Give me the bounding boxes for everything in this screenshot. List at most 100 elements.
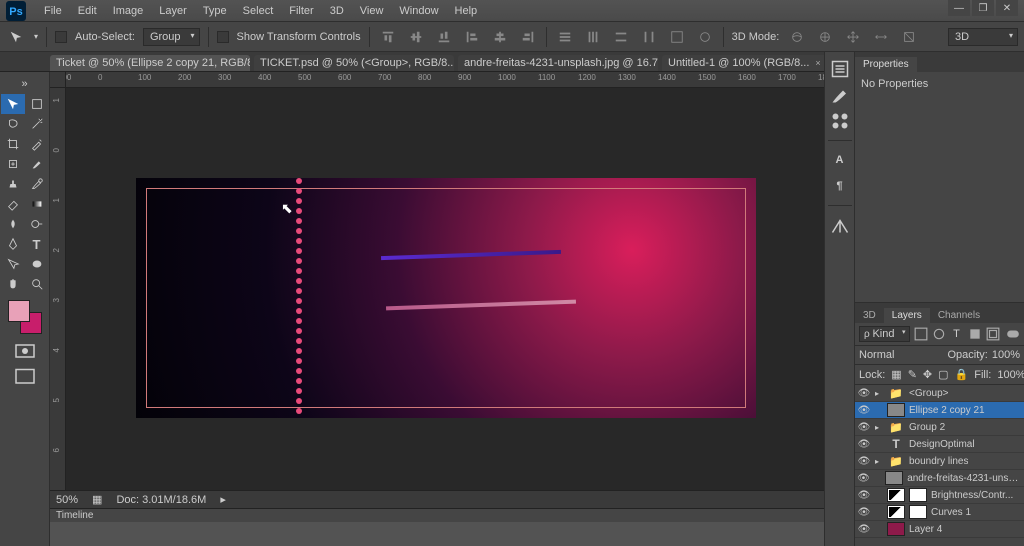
distribute-3-icon[interactable] <box>611 27 631 47</box>
screen-mode-icon[interactable] <box>13 368 37 386</box>
timeline-panel-tab[interactable]: Timeline <box>50 508 824 522</box>
visibility-icon[interactable]: 👁 <box>857 405 871 416</box>
align-top-icon[interactable] <box>378 27 398 47</box>
lasso-tool[interactable] <box>1 114 25 134</box>
layer-thumbnail[interactable]: 📁 <box>887 454 905 468</box>
layer-name[interactable]: <Group> <box>909 388 948 399</box>
shape-tool[interactable] <box>25 254 49 274</box>
document-tab[interactable]: Ticket @ 50% (Ellipse 2 copy 21, RGB/8) … <box>50 55 250 71</box>
menu-filter[interactable]: Filter <box>281 0 321 22</box>
menu-file[interactable]: File <box>36 0 70 22</box>
layer-mask-thumbnail[interactable] <box>909 505 927 519</box>
visibility-icon[interactable]: 👁 <box>857 456 871 467</box>
lock-transparency-icon[interactable]: ▦ <box>891 368 901 381</box>
align-left-icon[interactable] <box>462 27 482 47</box>
ruler-origin[interactable] <box>50 72 66 88</box>
layer-list[interactable]: 👁 ▸ 📁 <Group> 👁 Ellipse 2 copy 21 👁 ▸ 📁 Group 2 👁T… <box>855 385 1024 546</box>
doc-size[interactable]: Doc: 3.01M/18.6M <box>116 494 206 506</box>
layer-row[interactable]: 👁andre-freitas-4231-unsplash <box>855 470 1024 487</box>
menu-select[interactable]: Select <box>235 0 282 22</box>
layer-row[interactable]: 👁Curves 1 <box>855 504 1024 521</box>
auto-select-checkbox[interactable] <box>55 31 67 43</box>
tab-channels[interactable]: Channels <box>930 308 988 323</box>
menu-3d[interactable]: 3D <box>322 0 352 22</box>
filter-kind[interactable]: ρ Kind <box>859 326 910 342</box>
layer-name[interactable]: Brightness/Contr... <box>931 490 1013 501</box>
history-brush-tool[interactable] <box>25 174 49 194</box>
visibility-icon[interactable]: 👁 <box>857 439 871 450</box>
zoom-level[interactable]: 50% <box>56 494 78 506</box>
mode3d-pan-icon[interactable] <box>843 27 863 47</box>
layer-thumbnail[interactable] <box>887 522 905 536</box>
tab-layers[interactable]: Layers <box>884 308 930 323</box>
layer-thumbnail[interactable]: 📁 <box>887 420 905 434</box>
color-swatches[interactable] <box>8 300 42 334</box>
align-vcenter-icon[interactable] <box>406 27 426 47</box>
tab-properties[interactable]: Properties <box>855 57 917 72</box>
tab-3d[interactable]: 3D <box>855 308 884 323</box>
document-canvas[interactable]: ⬉ <box>136 178 756 418</box>
menu-window[interactable]: Window <box>391 0 446 22</box>
layer-row[interactable]: 👁 ▸ 📁 <Group> <box>855 385 1024 402</box>
document-tab[interactable]: Untitled-1 @ 100% (RGB/8...× <box>662 55 827 71</box>
expand-arrow-icon[interactable]: ▸ <box>875 423 883 432</box>
artboard-tool[interactable] <box>25 94 49 114</box>
pen-tool[interactable] <box>1 234 25 254</box>
layer-name[interactable]: Layer 4 <box>909 524 942 535</box>
layer-thumbnail[interactable]: 📁 <box>887 386 905 400</box>
filter-adjust-icon[interactable] <box>932 327 946 341</box>
layer-row[interactable]: 👁 ▸ 📁 boundry lines <box>855 453 1024 470</box>
layer-name[interactable]: boundry lines <box>909 456 968 467</box>
mode3d-orbit-icon[interactable] <box>787 27 807 47</box>
distribute-6-icon[interactable] <box>695 27 715 47</box>
expand-arrow-icon[interactable]: ▸ <box>875 457 883 466</box>
mode3d-scale-icon[interactable] <box>899 27 919 47</box>
move-tool[interactable] <box>1 94 25 114</box>
fill-value[interactable]: 100% <box>997 369 1024 381</box>
canvas-viewport[interactable]: ⬉ <box>66 88 824 492</box>
magic-wand-tool[interactable] <box>25 114 49 134</box>
expand-arrow-icon[interactable]: ▸ <box>875 389 883 398</box>
dock-adjustments-icon[interactable] <box>828 214 852 236</box>
minimize-button[interactable]: — <box>948 0 970 16</box>
dock-paragraph-icon[interactable]: ¶ <box>828 175 852 197</box>
ruler-vertical[interactable]: 1012345678 <box>50 88 66 522</box>
distribute-4-icon[interactable] <box>639 27 659 47</box>
menu-layer[interactable]: Layer <box>151 0 195 22</box>
filter-shape-icon[interactable] <box>968 327 982 341</box>
distribute-5-icon[interactable] <box>667 27 687 47</box>
layer-row[interactable]: 👁 Brightness/Contr... <box>855 487 1024 504</box>
layer-name[interactable]: DesignOptimal <box>909 439 975 450</box>
show-transform-checkbox[interactable] <box>217 31 229 43</box>
clone-stamp-tool[interactable] <box>1 174 25 194</box>
lock-artboard-icon[interactable]: ▢ <box>938 368 948 381</box>
mode3d-slide-icon[interactable] <box>871 27 891 47</box>
layer-name[interactable]: Ellipse 2 copy 21 <box>909 405 985 416</box>
align-right-icon[interactable] <box>518 27 538 47</box>
dock-brush-preset-icon[interactable] <box>828 110 852 132</box>
auto-select-target[interactable]: Group <box>143 28 200 46</box>
lock-all-icon[interactable]: 🔒 <box>955 368 969 381</box>
layer-row[interactable]: 👁 Ellipse 2 copy 21 <box>855 402 1024 419</box>
restore-button[interactable]: ❐ <box>972 0 994 16</box>
visibility-icon[interactable]: 👁 <box>857 388 871 399</box>
type-tool[interactable]: T <box>25 234 49 254</box>
dock-brush-icon[interactable] <box>828 84 852 106</box>
layer-name[interactable]: andre-freitas-4231-unsplash <box>907 473 1022 484</box>
layer-thumbnail[interactable] <box>885 471 903 485</box>
healing-brush-tool[interactable] <box>1 154 25 174</box>
layer-name[interactable]: Group 2 <box>909 422 945 433</box>
path-selection-tool[interactable] <box>1 254 25 274</box>
visibility-icon[interactable]: 👁 <box>857 490 871 501</box>
distribute-1-icon[interactable] <box>555 27 575 47</box>
filter-pixel-icon[interactable] <box>914 327 928 341</box>
brush-tool[interactable] <box>25 154 49 174</box>
menu-edit[interactable]: Edit <box>70 0 105 22</box>
status-arrow-icon[interactable]: ▸ <box>220 493 226 506</box>
layer-row[interactable]: 👁TDesignOptimal <box>855 436 1024 453</box>
tab-close-icon[interactable]: × <box>815 58 820 68</box>
filter-toggle-icon[interactable] <box>1006 327 1020 341</box>
gradient-tool[interactable] <box>25 194 49 214</box>
eyedropper-tool[interactable] <box>25 134 49 154</box>
layer-row[interactable]: 👁▸📁Group 2 <box>855 419 1024 436</box>
